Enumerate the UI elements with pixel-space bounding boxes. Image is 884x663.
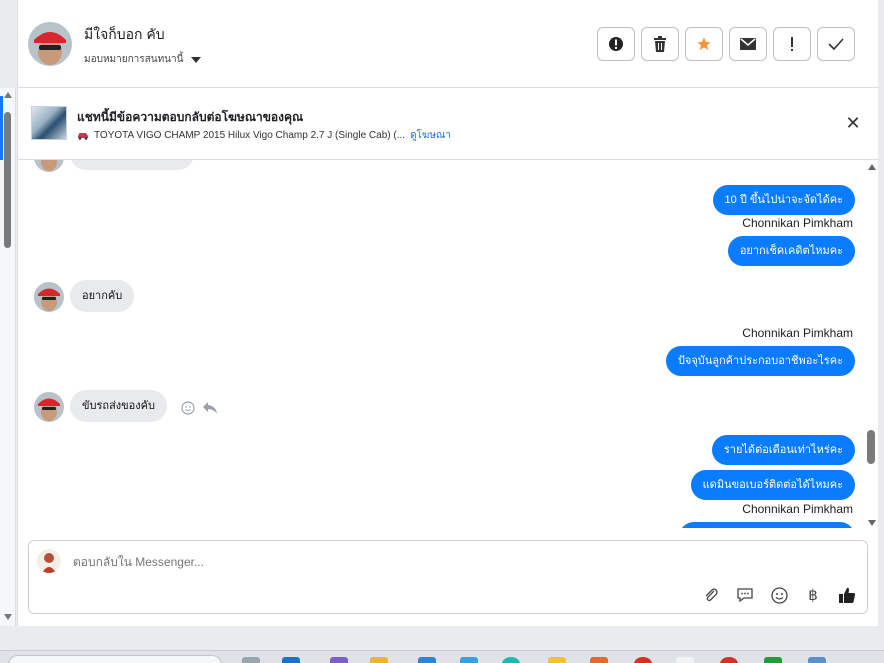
reply-arrow-icon[interactable]: [202, 401, 218, 419]
scroll-up-arrow[interactable]: [868, 164, 876, 170]
message-thread: 10 ปี ขึ้นไปน่าจะจัดได้คะ Chonnikan Pimk…: [18, 160, 879, 528]
taskbar-app-icon[interactable]: [460, 657, 478, 663]
message-out[interactable]: 10 ปี ขึ้นไปน่าจะจัดได้คะ: [712, 185, 855, 215]
message-in[interactable]: ขับรถส่งของคับ: [70, 390, 167, 422]
delete-button[interactable]: [641, 27, 679, 61]
conversation-header: มีใจก็บอก คับ มอบหมายการสนทนานี้: [18, 0, 879, 88]
message-in-partial[interactable]: [70, 160, 194, 170]
thread-scrollbar[interactable]: [866, 160, 878, 528]
caret-down-icon: [191, 56, 202, 63]
react-emoji-icon[interactable]: [181, 401, 195, 419]
outer-scrollbar[interactable]: [0, 88, 16, 626]
taskbar-app-icon[interactable]: [418, 657, 436, 663]
envelope-icon: [740, 38, 756, 50]
baht-icon[interactable]: ฿: [803, 585, 823, 605]
message-out[interactable]: แดมินขอเบอร์ติดต่อได้ไหมคะ: [690, 470, 855, 500]
assign-dropdown[interactable]: มอบหมายการสนทนานี้: [84, 52, 202, 67]
scroll-up-arrow[interactable]: [4, 92, 12, 98]
taskbar-app-icon[interactable]: [634, 657, 652, 663]
contact-name: มีใจก็บอก คับ: [84, 26, 165, 42]
sender-name: Chonnikan Pimkham: [742, 502, 853, 516]
header-actions: [597, 27, 855, 61]
contact-avatar[interactable]: [28, 22, 72, 66]
speech-bubble-icon[interactable]: [735, 585, 755, 605]
scroll-down-arrow[interactable]: [4, 614, 12, 620]
spam-button[interactable]: [773, 27, 811, 61]
sender-name: Chonnikan Pimkham: [742, 216, 853, 230]
star-button[interactable]: [685, 27, 723, 61]
checkmark-icon: [828, 38, 844, 50]
reply-composer: ฿: [28, 540, 868, 614]
ad-thumbnail[interactable]: [31, 106, 67, 140]
close-icon[interactable]: ✕: [845, 115, 861, 133]
message-out[interactable]: รายได้ต่อเดือนเท่าไหร่คะ: [711, 435, 855, 465]
car-icon: [78, 133, 88, 140]
thumbs-up-icon[interactable]: [837, 585, 857, 605]
taskbar-app-icon[interactable]: [330, 657, 348, 663]
message-in[interactable]: อยากคับ: [70, 280, 135, 312]
page-avatar: [37, 549, 61, 573]
ad-product-line: TOYOTA VIGO CHAMP 2015 Hilux Vigo Champ …: [77, 128, 451, 143]
active-indicator: [0, 96, 3, 160]
scrollbar-thumb[interactable]: [4, 112, 11, 248]
page: มีใจก็บอก คับ มอบหมายการสนทนานี้ แชทนี้ม…: [0, 0, 884, 663]
emoji-icon[interactable]: [769, 585, 789, 605]
conversation-panel: มีใจก็บอก คับ มอบหมายการสนทนานี้ แชทนี้ม…: [17, 0, 879, 626]
taskbar-search[interactable]: [8, 655, 222, 663]
mark-done-button[interactable]: [817, 27, 855, 61]
taskbar-app-icon[interactable]: [764, 657, 782, 663]
message-out[interactable]: อยากเช็คเคดิตไหมคะ: [727, 236, 855, 266]
taskbar-app-icon[interactable]: [590, 657, 608, 663]
contact-avatar-small: [34, 160, 64, 172]
ad-reply-banner: แชทนี้มีข้อความตอบกลับต่อโฆษณาของคุณ TOY…: [18, 94, 879, 160]
message-out-partial[interactable]: [679, 522, 855, 528]
assign-label: มอบหมายการสนทนานี้: [84, 54, 184, 65]
star-icon: [697, 37, 711, 50]
taskbar-app-icon[interactable]: [720, 657, 738, 663]
view-ad-link[interactable]: ดูโฆษณา: [410, 128, 451, 143]
ad-banner-title: แชทนี้มีข้อความตอบกลับต่อโฆษณาของคุณ: [77, 110, 304, 124]
taskbar-app-icon[interactable]: [502, 657, 520, 663]
mark-unread-button[interactable]: [729, 27, 767, 61]
scroll-down-arrow[interactable]: [868, 520, 876, 526]
taskbar-app-icon[interactable]: [808, 657, 826, 663]
folder-icon[interactable]: [370, 657, 388, 663]
taskbar-app-icon[interactable]: [548, 657, 566, 663]
os-taskbar: [0, 650, 884, 663]
paperclip-icon[interactable]: [701, 585, 721, 605]
composer-toolbar: ฿: [701, 585, 857, 605]
exclamation-icon: [791, 37, 793, 51]
taskbar-app-icon[interactable]: [242, 657, 260, 663]
scrollbar-thumb[interactable]: [867, 430, 875, 464]
message-input[interactable]: [73, 555, 673, 569]
report-button[interactable]: [597, 27, 635, 61]
alert-circle-icon: [609, 37, 623, 51]
sender-name: Chonnikan Pimkham: [742, 326, 853, 340]
trash-icon: [654, 36, 666, 52]
contact-avatar-small: [34, 392, 64, 422]
message-out[interactable]: ปัจจุบันลูกค้าประกอบอาชีพอะไรคะ: [665, 346, 855, 376]
contact-avatar-small: [34, 282, 64, 312]
taskbar-app-icon[interactable]: [282, 657, 300, 663]
taskbar-app-icon[interactable]: [676, 657, 694, 663]
ad-product-name: TOYOTA VIGO CHAMP 2015 Hilux Vigo Champ …: [94, 130, 406, 141]
